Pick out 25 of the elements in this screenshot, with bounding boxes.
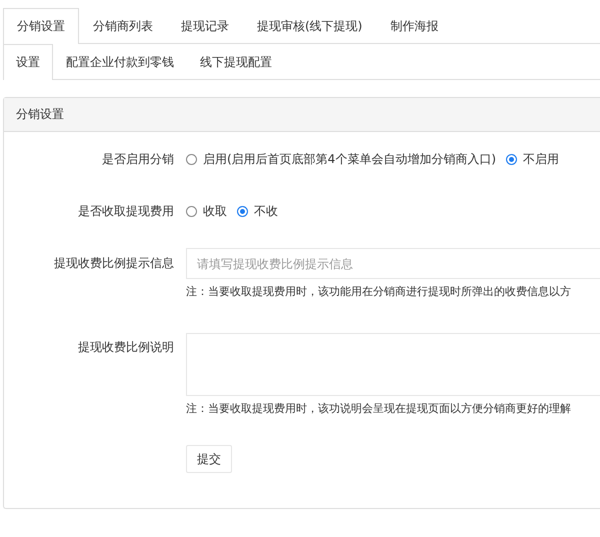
submit-button[interactable]: 提交	[186, 445, 232, 473]
radio-button[interactable]	[237, 206, 248, 216]
tab[interactable]: 提现审核(线下提现)	[243, 8, 376, 44]
input-field[interactable]: 请填写提现收费比例提示信息	[186, 248, 600, 279]
radio-button[interactable]	[506, 154, 517, 164]
tab[interactable]: 提现记录	[167, 8, 243, 44]
radio-button[interactable]	[186, 206, 197, 216]
field-label: 提现收费比例提示信息	[53, 255, 175, 272]
tab[interactable]: 分销商列表	[79, 8, 167, 44]
radio-label[interactable]: 收取	[203, 202, 227, 220]
radio-label[interactable]: 不启用	[523, 150, 559, 168]
radio-label[interactable]: 不收	[254, 202, 278, 220]
help-text: 注：当要收取提现费用时，该功能用在分销商进行提现时所弹出的收费信息以方	[186, 284, 572, 300]
radio-label[interactable]: 启用(启用后首页底部第4个菜单会自动增加分销商入口)	[203, 150, 496, 168]
tab[interactable]: 分销设置	[3, 8, 79, 44]
tab[interactable]: 配置企业付款到零钱	[53, 44, 187, 80]
field-label: 是否收取提现费用	[77, 203, 175, 220]
help-text: 注：当要收取提现费用时，该功说明会呈现在提现页面以方便分销商更好的理解	[186, 401, 572, 417]
panel-title: 分销设置	[4, 98, 600, 132]
tab[interactable]: 制作海报	[376, 8, 452, 44]
tab[interactable]: 线下提现配置	[187, 44, 285, 80]
field-label: 提现收费比例说明	[77, 339, 175, 356]
field-label: 是否启用分销	[101, 151, 175, 168]
tab[interactable]: 设置	[3, 44, 53, 80]
radio-button[interactable]	[186, 154, 197, 164]
